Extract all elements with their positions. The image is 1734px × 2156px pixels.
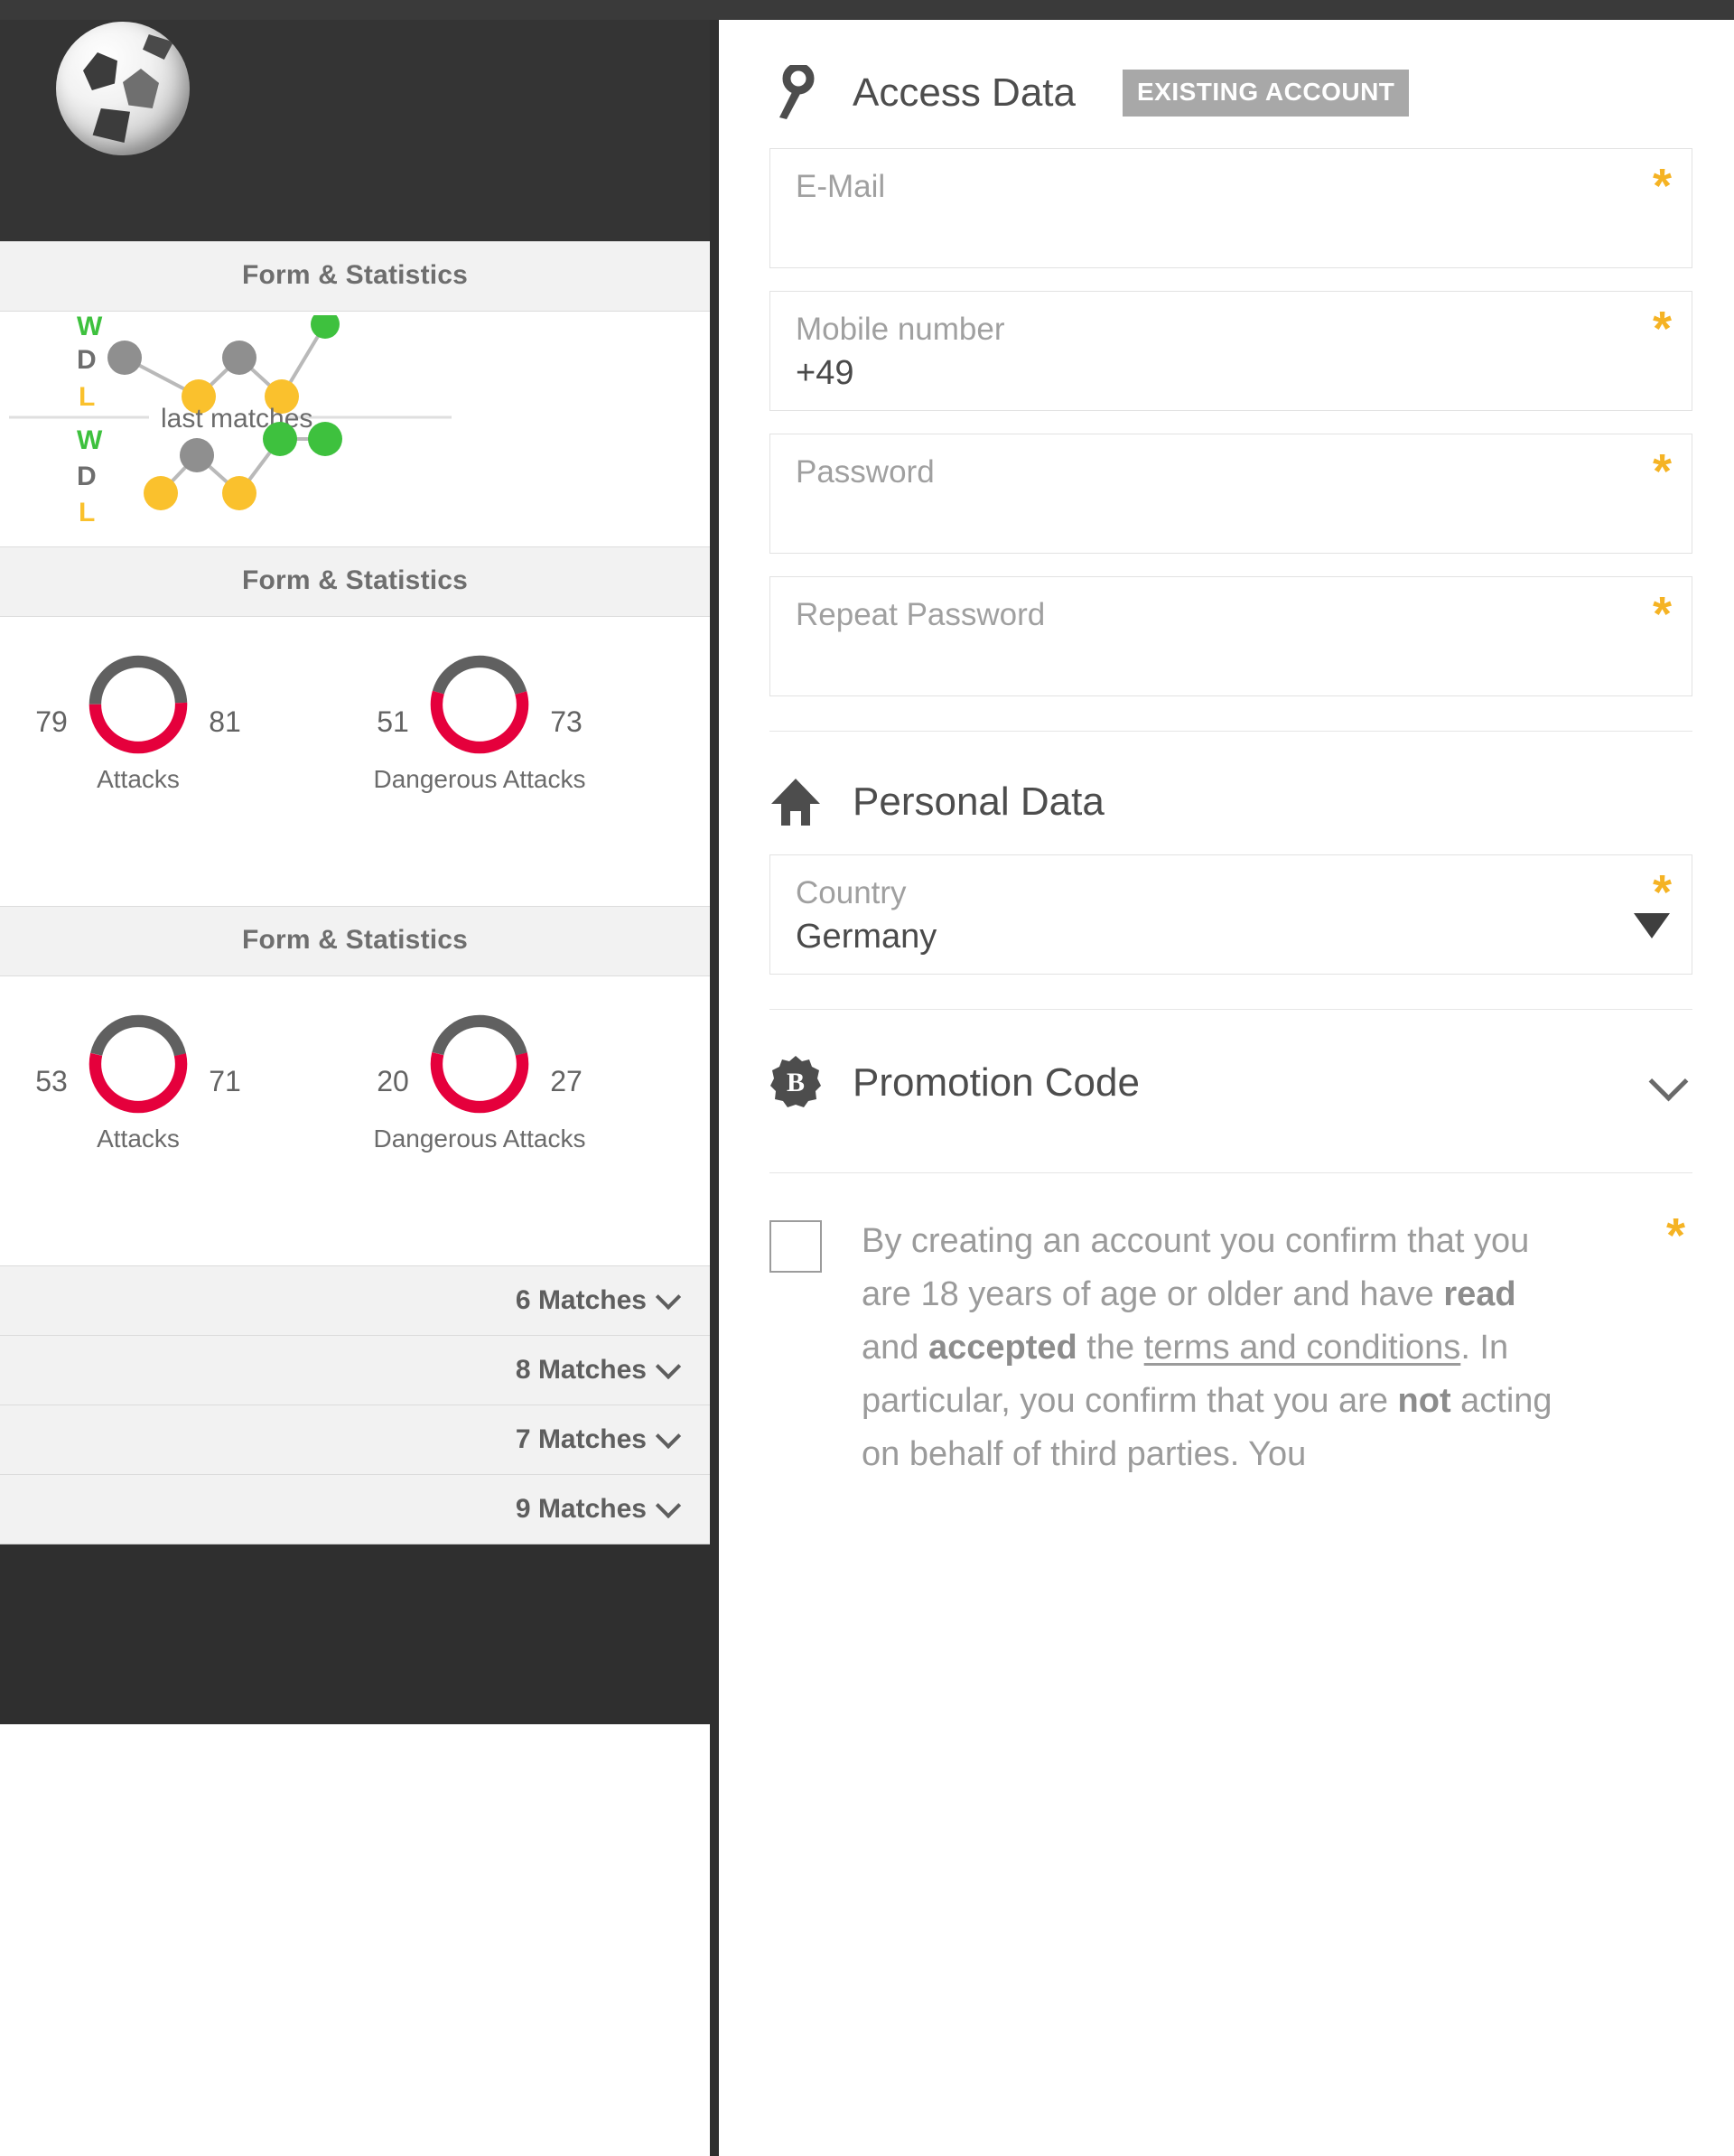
required-asterisk-icon: * [1652, 444, 1672, 499]
required-asterisk-icon: * [1665, 1209, 1685, 1263]
section-title: Access Data [853, 70, 1076, 115]
match-row-label: 6 Matches [515, 1285, 647, 1315]
repeat-password-field-label: Repeat Password [796, 597, 1046, 632]
stat-left-value: 51 [377, 705, 409, 738]
repeat-password-field[interactable]: Repeat Password * [769, 576, 1692, 696]
form-chart-panel: W D L last matches W D L [0, 312, 710, 546]
donut-attacks-1 [89, 655, 188, 754]
terms-text: By creating an account you confirm that … [862, 1215, 1566, 1480]
stat-attacks-1: 79 Attacks 81 [20, 649, 256, 794]
axis-label-d-bottom: D [77, 462, 97, 491]
terms-and-conditions-link[interactable]: terms and conditions [1144, 1329, 1461, 1367]
existing-account-badge[interactable]: EXISTING ACCOUNT [1122, 70, 1410, 117]
personal-data-section: Personal Data Country Germany * [728, 732, 1734, 1010]
password-field[interactable]: Password * [769, 434, 1692, 554]
stat-right-value: 71 [209, 1064, 241, 1097]
terms-checkbox[interactable] [769, 1220, 822, 1273]
mobile-number-field-value: +49 [796, 354, 854, 393]
form-line-chart: W D L last matches W D L [9, 315, 452, 527]
terms-text-part1: By creating an account you confirm that … [862, 1222, 1530, 1313]
country-select-label: Country [796, 875, 907, 910]
axis-label-l-bottom: L [79, 498, 95, 527]
match-row-label: 8 Matches [515, 1355, 647, 1385]
sidebar-header [0, 20, 710, 241]
seal-b-icon: B [769, 1055, 853, 1111]
email-field-label: E-Mail [796, 169, 886, 204]
stat-left-value: 53 [35, 1064, 68, 1097]
axis-label-d-top: D [77, 345, 97, 375]
match-row[interactable]: 9 Matches [0, 1474, 710, 1544]
terms-text-bold-not: not [1397, 1381, 1451, 1420]
section-title: Promotion Code [853, 1060, 1140, 1105]
stats-donut-panel-2: 53 Attacks 71 20 Dangerous Attacks 27 [0, 976, 710, 1265]
mobile-number-field[interactable]: Mobile number +49 * [769, 291, 1692, 411]
stat-label: Dangerous Attacks [373, 1125, 586, 1153]
chevron-down-icon [659, 1288, 677, 1306]
chevron-down-icon [659, 1497, 677, 1515]
axis-label-w-bottom: W [77, 425, 103, 455]
chevron-down-icon[interactable] [1653, 1068, 1683, 1098]
stat-label: Attacks [97, 765, 180, 793]
required-asterisk-icon: * [1652, 159, 1672, 213]
required-asterisk-icon: * [1652, 587, 1672, 641]
section-title-form-statistics-1: Form & Statistics [0, 241, 710, 312]
svg-text:B: B [787, 1068, 805, 1097]
donut-dangerous-attacks-2 [430, 1014, 529, 1114]
email-field[interactable]: E-Mail * [769, 148, 1692, 268]
match-row[interactable]: 8 Matches [0, 1335, 710, 1405]
section-title: Personal Data [853, 779, 1105, 824]
donut-attacks-2 [89, 1014, 188, 1114]
match-row[interactable]: 6 Matches [0, 1265, 710, 1335]
stat-label: Dangerous Attacks [373, 765, 586, 793]
soccer-ball-icon [56, 22, 190, 155]
section-title-form-statistics-3: Form & Statistics [0, 906, 710, 976]
registration-panel: Access Data EXISTING ACCOUNT E-Mail * Mo… [728, 20, 1734, 2156]
chevron-down-icon [659, 1427, 677, 1445]
app-root: Form & Statistics W D L last matches W D… [0, 0, 1734, 2156]
stat-left-value: 20 [377, 1064, 409, 1097]
promotion-code-section[interactable]: B Promotion Code [728, 1010, 1734, 1173]
country-select-value: Germany [796, 918, 937, 957]
access-data-header: Access Data EXISTING ACCOUNT [769, 20, 1692, 148]
password-field-label: Password [796, 454, 935, 490]
terms-text-bold-accepted: accepted [928, 1328, 1077, 1367]
stat-right-value: 27 [550, 1064, 583, 1097]
stat-label: Attacks [97, 1125, 180, 1153]
section-title-form-statistics-2: Form & Statistics [0, 546, 710, 617]
stat-left-value: 79 [35, 705, 68, 738]
personal-data-header: Personal Data [769, 732, 1692, 854]
required-asterisk-icon: * [1652, 302, 1672, 356]
country-select[interactable]: Country Germany * [769, 854, 1692, 975]
axis-label-l-top: L [79, 382, 95, 412]
stat-dangerous-attacks-1: 51 Dangerous Attacks 73 [361, 649, 598, 794]
match-row-label: 7 Matches [515, 1424, 647, 1454]
terms-text-bold-read: read [1443, 1274, 1516, 1313]
axis-label-w-top: W [77, 315, 103, 341]
required-asterisk-icon: * [1652, 865, 1672, 919]
caret-down-icon[interactable] [1634, 913, 1670, 938]
terms-acceptance-row: By creating an account you confirm that … [769, 1173, 1692, 1480]
home-icon [769, 777, 853, 827]
mobile-number-field-label: Mobile number [796, 312, 1005, 347]
stat-right-value: 73 [550, 705, 583, 738]
left-sidebar: Form & Statistics W D L last matches W D… [0, 20, 719, 2156]
terms-text-part3: the [1077, 1328, 1144, 1367]
key-icon [769, 65, 853, 121]
terms-text-part2: and [862, 1328, 928, 1367]
promotion-code-header[interactable]: B Promotion Code [769, 1010, 1692, 1138]
stat-right-value: 81 [209, 705, 241, 738]
stat-dangerous-attacks-2: 20 Dangerous Attacks 27 [361, 1009, 598, 1153]
match-row[interactable]: 7 Matches [0, 1405, 710, 1474]
donut-dangerous-attacks-1 [430, 655, 529, 754]
terms-section: By creating an account you confirm that … [728, 1173, 1734, 1480]
access-data-section: Access Data EXISTING ACCOUNT E-Mail * Mo… [728, 20, 1734, 732]
match-row-label: 9 Matches [515, 1494, 647, 1524]
stat-attacks-2: 53 Attacks 71 [20, 1009, 256, 1153]
form-chart-series-a [107, 315, 340, 414]
stats-donut-panel-1: 79 Attacks 81 51 Dangerous Attacks 73 [0, 617, 710, 906]
form-chart-series-b [144, 422, 342, 510]
sidebar-footer [0, 1544, 710, 1724]
chevron-down-icon [659, 1358, 677, 1376]
top-chrome-bar [0, 0, 1734, 20]
